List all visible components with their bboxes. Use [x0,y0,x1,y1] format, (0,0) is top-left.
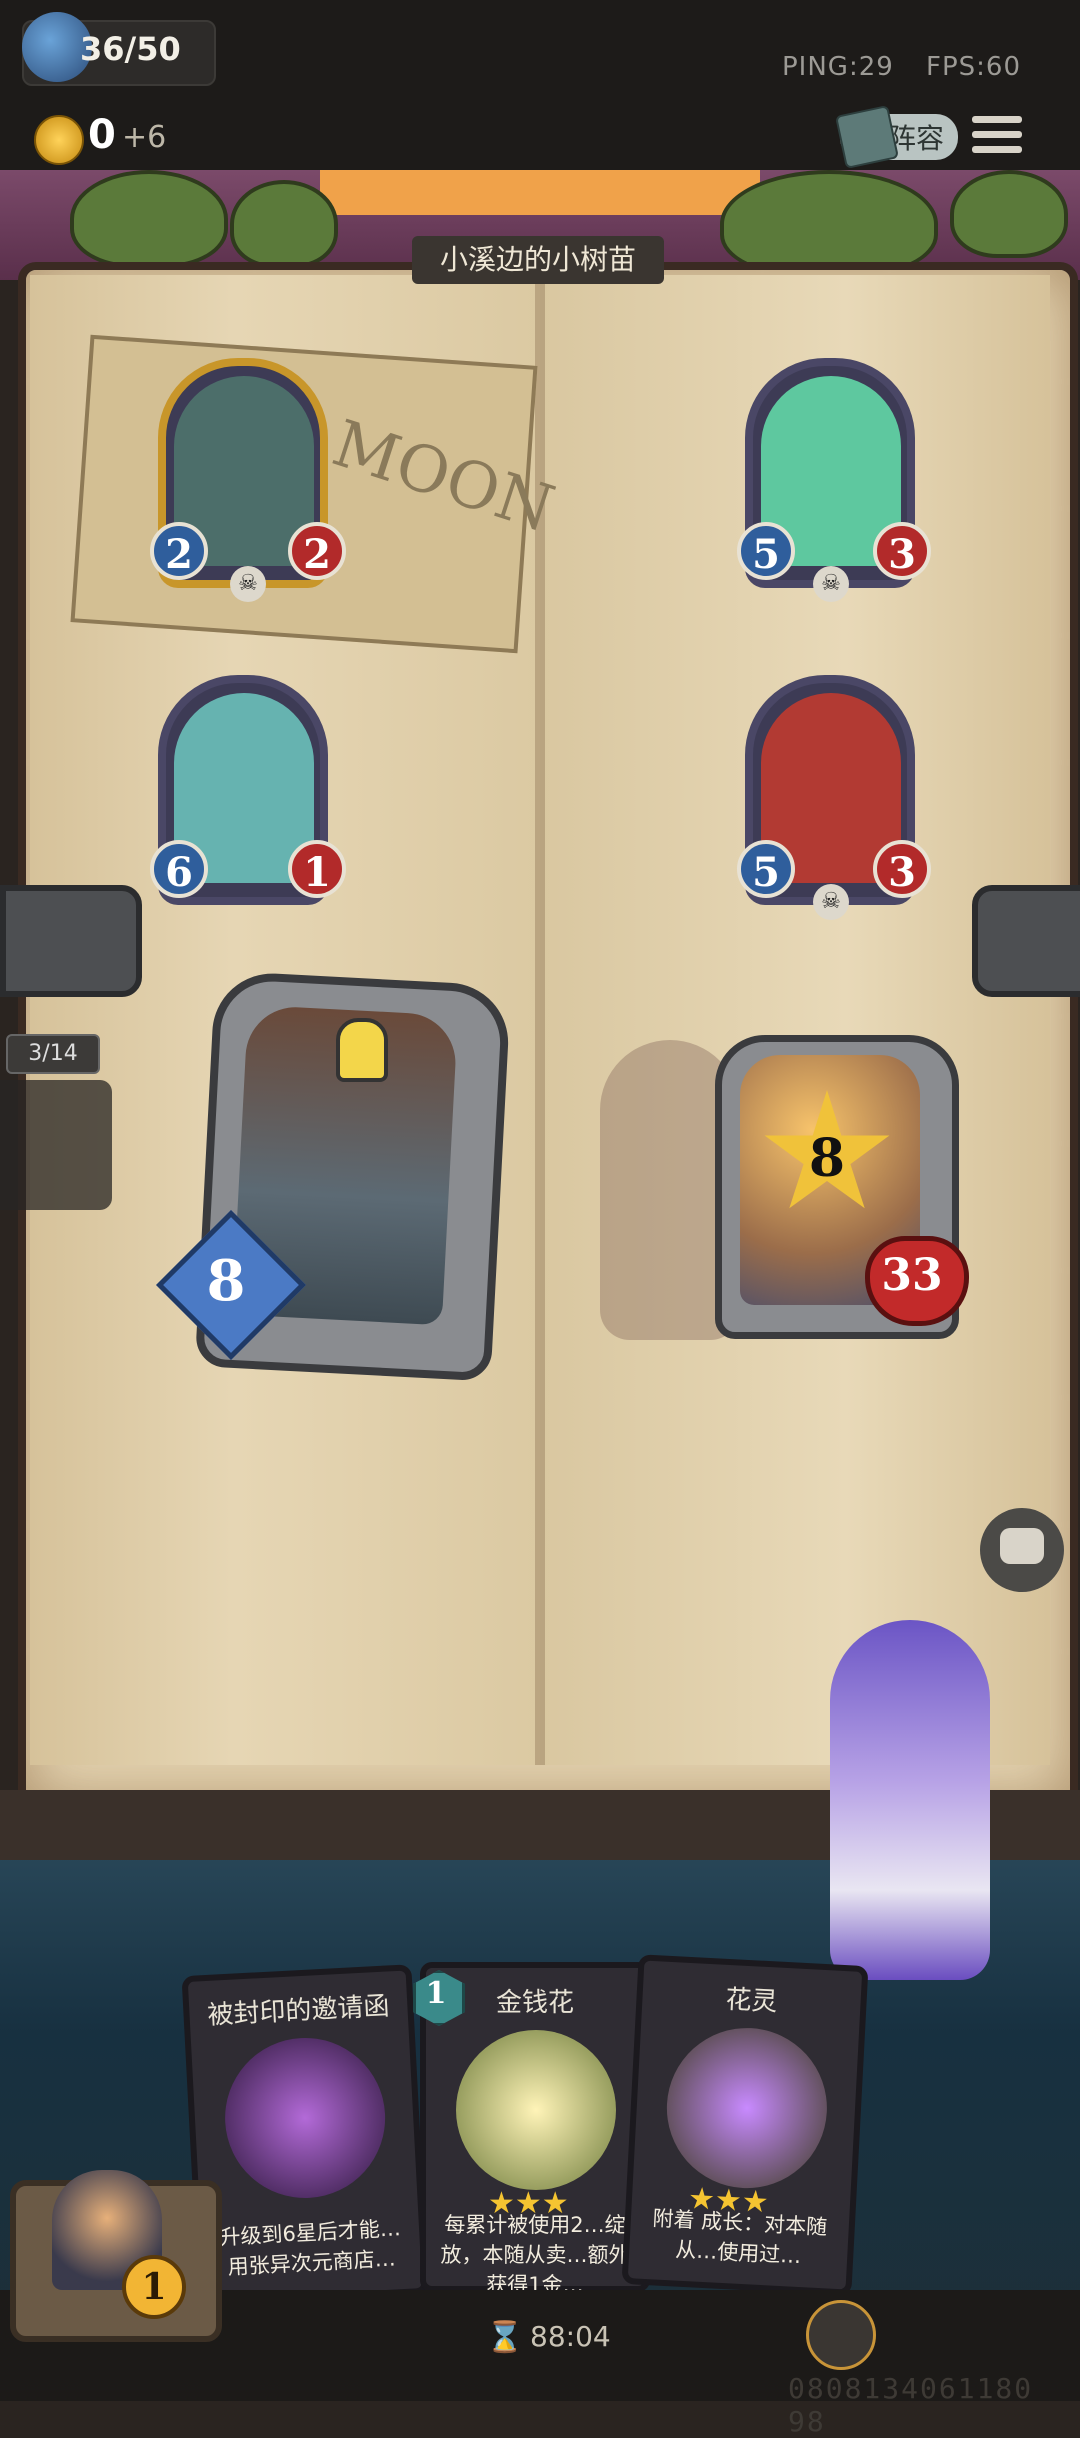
book-clip-right [972,885,1080,997]
shop-card-art [221,2033,390,2203]
shop-card-name: 被封印的邀请函 [206,1991,391,2031]
ping-readout: PING:29 [782,52,894,82]
window-sky [320,170,760,215]
minion-3-health: 1 [288,840,346,898]
enemy-hero-health: 33 [881,1250,943,1301]
player-id-watermark: 0808134061180 98 [788,2372,1034,2438]
page-indicator: 3/14 [6,1034,100,1074]
player-hero-attack: 8 [206,1248,246,1314]
gold-amount: 0 [88,112,116,158]
tavern-keeper-character[interactable] [830,1620,990,1980]
shop-card-art [662,2023,831,2193]
menu-icon[interactable] [972,116,1022,160]
enemy-hero-attack: 8 [808,1128,846,1189]
shop-card-desc: 升级到6星后才能…用张异次元商店… [218,2216,402,2280]
skull-icon: ☠ [813,884,849,920]
minion-2-attack: 5 [737,522,795,580]
minion-2-health: 3 [873,522,931,580]
minion-1-attack: 2 [150,522,208,580]
shop-card-art [456,2030,616,2190]
minion-1-health: 2 [288,522,346,580]
shop-card-desc: 每累计被使用2…绽放，本随从卖…额外获得1金… [440,2213,630,2297]
gold-coin-icon [34,115,84,165]
turn-timer: 88:04 [530,2320,611,2353]
card-tier: 1 [425,1976,447,2011]
leaf-decoration [230,180,338,268]
health-counter: 36/50 [80,30,181,68]
leaf-decoration [70,170,228,268]
shop-card-3[interactable]: 花灵 ★★★ 附着 成长：对本随从…使用过… [621,1954,869,2296]
lineup-book-icon [834,104,900,170]
shop-card-desc: 附着 成长：对本随从…使用过… [652,2206,828,2269]
hourglass-icon: ⌛ [486,2320,524,2355]
lightbulb-icon [336,1018,388,1082]
minion-3-attack: 6 [150,840,208,898]
skull-icon: ☠ [230,566,266,602]
stage-title: 小溪边的小树苗 [412,236,664,284]
skull-icon: ☠ [813,566,849,602]
gold-income: +6 [122,120,167,155]
minion-4-health: 3 [873,840,931,898]
upgrade-tavern-button[interactable] [806,2300,876,2370]
player-gold-badge: 1 [122,2255,186,2319]
minion-4-attack: 5 [737,840,795,898]
book-clip-left [0,885,142,997]
shop-card-name: 花灵 [724,1984,779,2018]
chat-bubble-icon [1000,1528,1044,1564]
leaf-decoration [950,170,1068,258]
fps-readout: FPS:60 [926,52,1021,82]
side-panel[interactable] [0,1080,112,1210]
